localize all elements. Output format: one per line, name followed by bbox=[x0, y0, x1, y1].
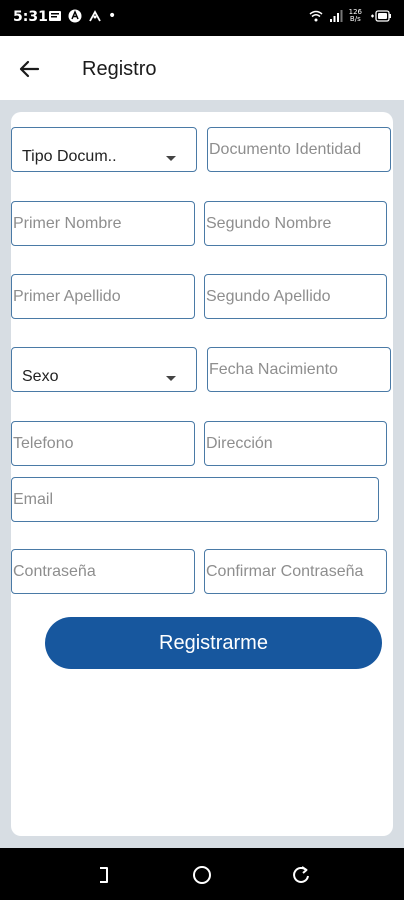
navigation-bar bbox=[0, 848, 404, 900]
telefono-placeholder: Telefono bbox=[13, 434, 74, 452]
contrasena-field[interactable]: Contraseña bbox=[11, 549, 195, 594]
direccion-placeholder: Dirección bbox=[206, 434, 273, 452]
email-field[interactable]: Email bbox=[11, 477, 379, 522]
primer-nombre-field[interactable]: Primer Nombre bbox=[11, 201, 195, 246]
confirmar-contrasena-placeholder: Confirmar Contraseña bbox=[206, 562, 364, 580]
app-bar: Registro bbox=[0, 36, 404, 100]
page-title: Registro bbox=[82, 58, 157, 80]
accessibility-icon bbox=[89, 10, 101, 22]
net-speed-unit: B/s bbox=[349, 15, 361, 23]
contrasena-placeholder: Contraseña bbox=[13, 562, 96, 580]
segundo-apellido-placeholder: Segundo Apellido bbox=[206, 287, 331, 305]
wifi-icon bbox=[309, 10, 323, 22]
chevron-down-icon bbox=[166, 156, 176, 161]
primer-apellido-placeholder: Primer Apellido bbox=[13, 287, 121, 305]
signal-icon bbox=[329, 10, 343, 22]
confirmar-contrasena-field[interactable]: Confirmar Contraseña bbox=[204, 549, 387, 594]
segundo-apellido-field[interactable]: Segundo Apellido bbox=[204, 274, 387, 319]
app-a-icon bbox=[68, 9, 82, 23]
documento-identidad-field[interactable]: Documento Identidad bbox=[207, 127, 391, 172]
status-right-icons: 126 B/s bbox=[309, 9, 392, 23]
net-speed: 126 B/s bbox=[349, 9, 362, 23]
sexo-select[interactable]: Sexo bbox=[11, 347, 197, 392]
status-bar: 5:31 • 126 B/s bbox=[0, 0, 404, 36]
message-icon bbox=[49, 11, 61, 21]
fecha-nacimiento-placeholder: Fecha Nacimiento bbox=[209, 360, 338, 378]
back-nav-icon[interactable] bbox=[290, 864, 312, 886]
sexo-value: Sexo bbox=[22, 368, 59, 385]
status-left-icons: • bbox=[48, 9, 116, 23]
email-placeholder: Email bbox=[13, 490, 54, 508]
primer-apellido-field[interactable]: Primer Apellido bbox=[11, 274, 195, 319]
recents-icon[interactable] bbox=[92, 864, 114, 886]
tipo-documento-value: Tipo Docum.. bbox=[22, 148, 117, 165]
arrow-left-icon[interactable] bbox=[14, 54, 44, 84]
telefono-field[interactable]: Telefono bbox=[11, 421, 195, 466]
segundo-nombre-field[interactable]: Segundo Nombre bbox=[204, 201, 387, 246]
home-icon[interactable] bbox=[191, 864, 213, 886]
register-button[interactable]: Registrarme bbox=[45, 617, 382, 669]
tipo-documento-select[interactable]: Tipo Docum.. bbox=[11, 127, 197, 172]
battery-icon bbox=[371, 10, 391, 22]
fecha-nacimiento-field[interactable]: Fecha Nacimiento bbox=[207, 347, 391, 392]
dot-icon: • bbox=[108, 8, 117, 24]
primer-nombre-placeholder: Primer Nombre bbox=[13, 214, 122, 232]
chevron-down-icon bbox=[166, 376, 176, 381]
direccion-field[interactable]: Dirección bbox=[204, 421, 387, 466]
documento-identidad-placeholder: Documento Identidad bbox=[209, 140, 362, 158]
segundo-nombre-placeholder: Segundo Nombre bbox=[206, 214, 332, 232]
status-time: 5:31 bbox=[13, 9, 48, 25]
